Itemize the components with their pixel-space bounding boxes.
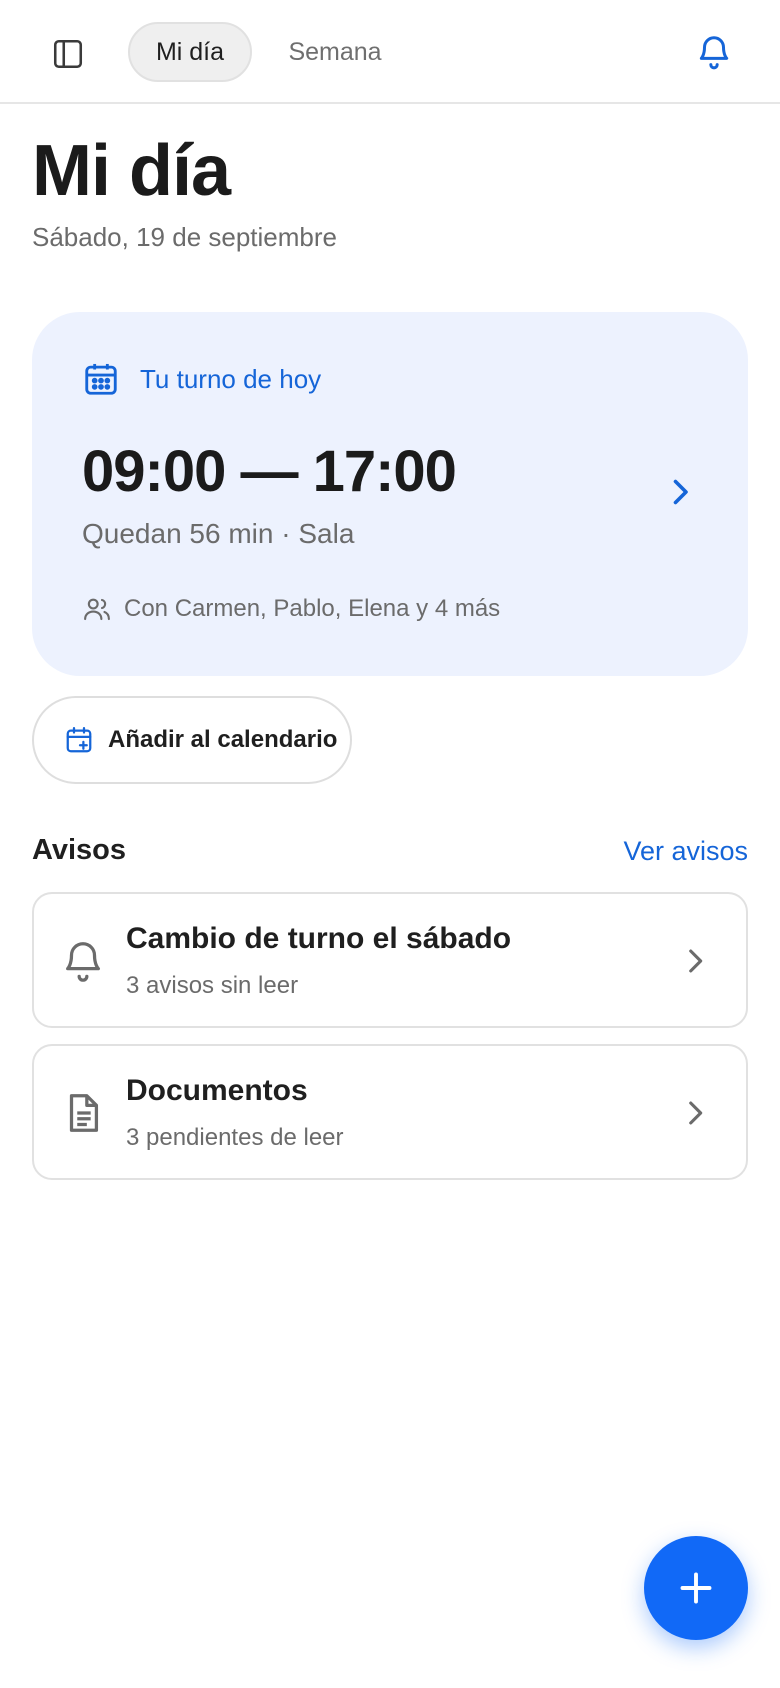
notice-item-documents[interactable]: Documentos 3 pendientes de leer	[32, 1044, 748, 1180]
add-fab-button[interactable]	[644, 1536, 748, 1640]
view-notices-link[interactable]: Ver avisos	[623, 836, 748, 867]
bell-icon	[699, 36, 729, 70]
plus-icon	[680, 1572, 712, 1604]
notice-title: Documentos	[126, 1074, 308, 1107]
document-icon	[69, 1094, 99, 1132]
shift-card[interactable]: Tu turno de hoy 09:00 — 17:00 Quedan 56 …	[32, 312, 748, 676]
calendar-icon	[85, 363, 117, 395]
notices-section-title: Avisos	[32, 834, 127, 866]
shift-remaining: Quedan 56 min · Sala	[82, 518, 355, 549]
chevron-right-icon	[689, 1101, 703, 1125]
bell-icon	[66, 942, 100, 982]
notice-title: Cambio de turno el sábado	[126, 922, 512, 955]
shift-time: 09:00 — 17:00	[82, 439, 457, 504]
add-to-calendar-label: Añadir al calendario	[108, 726, 338, 753]
shift-header: Tu turno de hoy	[82, 360, 321, 398]
chevron-right-icon	[689, 949, 703, 973]
chevron-right-icon	[673, 479, 688, 505]
calendar-add-icon	[66, 727, 92, 753]
tab-mi-dia[interactable]: Mi día	[128, 22, 252, 82]
tab-semana[interactable]: Semana	[270, 22, 400, 82]
top-bar: Mi día Semana	[0, 0, 780, 104]
notice-subtitle: 3 pendientes de leer	[126, 1124, 344, 1151]
page-date: Sábado, 19 de septiembre	[32, 222, 337, 252]
notice-subtitle: 3 avisos sin leer	[126, 972, 299, 999]
add-to-calendar-button[interactable]: Añadir al calendario	[32, 696, 352, 784]
notice-item-shift-change[interactable]: Cambio de turno el sábado 3 avisos sin l…	[32, 892, 748, 1028]
people-icon	[84, 598, 110, 621]
notifications-button[interactable]	[688, 26, 740, 78]
shift-label: Tu turno de hoy	[140, 363, 322, 394]
sidebar-toggle-button[interactable]	[44, 30, 92, 78]
page-title: Mi día	[32, 131, 231, 211]
shift-people: Con Carmen, Pablo, Elena y 4 más	[82, 594, 500, 624]
sidebar-icon	[53, 39, 83, 69]
shift-people-text: Con Carmen, Pablo, Elena y 4 más	[124, 595, 501, 622]
